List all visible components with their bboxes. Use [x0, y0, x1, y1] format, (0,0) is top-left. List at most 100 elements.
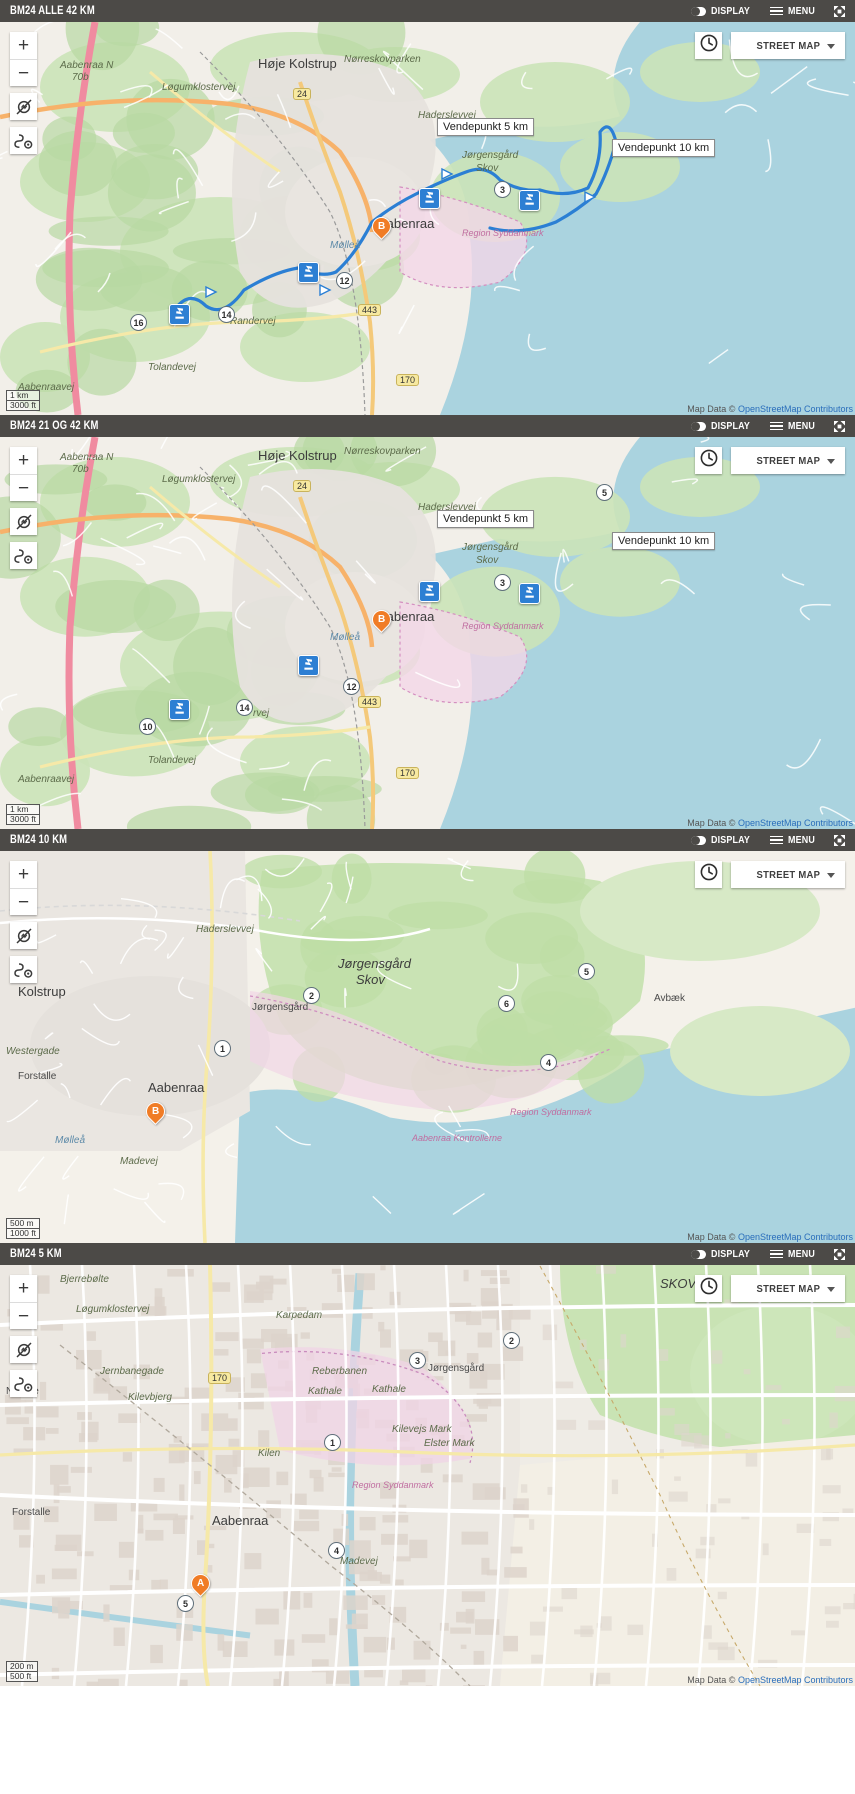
menu-button[interactable]: MENU — [770, 834, 820, 846]
distance-marker[interactable]: 5 — [578, 963, 595, 980]
time-button[interactable] — [695, 1275, 722, 1302]
distance-marker[interactable]: 6 — [498, 995, 515, 1012]
locate-route-button[interactable] — [10, 542, 37, 569]
locate-route-icon — [13, 131, 34, 151]
zoom-in-button[interactable]: + — [10, 447, 37, 474]
aid-station-marker[interactable] — [298, 655, 319, 676]
fullscreen-button[interactable] — [833, 5, 846, 18]
openstreetmap-link[interactable]: OpenStreetMap Contributors — [738, 818, 853, 828]
fullscreen-expand-icon[interactable] — [833, 1248, 846, 1261]
menu-hamburger-icon[interactable] — [770, 835, 784, 845]
locate-route-button[interactable] — [10, 1370, 37, 1397]
openstreetmap-link[interactable]: OpenStreetMap Contributors — [738, 1675, 853, 1685]
measure-tool-icon — [14, 1340, 34, 1360]
display-toggle-button[interactable]: DISPLAY — [691, 420, 757, 432]
map-controls-left: + − — [10, 32, 37, 154]
display-toggle-icon[interactable] — [691, 1249, 707, 1259]
distance-marker[interactable]: 1 — [214, 1040, 231, 1057]
locate-route-button[interactable] — [10, 956, 37, 983]
distance-marker[interactable]: 12 — [343, 678, 360, 695]
map-panel: BM24 21 OG 42 KM DISPLAY MENU Høje Kolstrup… — [0, 415, 855, 829]
measure-tool-button[interactable] — [10, 93, 37, 120]
locate-route-button[interactable] — [10, 127, 37, 154]
map-attribution: Map Data © OpenStreetMap Contributors — [687, 1232, 853, 1242]
distance-marker[interactable]: 3 — [494, 574, 511, 591]
display-toggle-button[interactable]: DISPLAY — [691, 1248, 757, 1260]
time-button[interactable] — [695, 32, 722, 59]
distance-marker[interactable]: 12 — [336, 272, 353, 289]
display-toggle-icon[interactable] — [691, 835, 707, 845]
distance-marker[interactable]: 3 — [494, 181, 511, 198]
basemap-select[interactable]: STREET MAP — [731, 447, 845, 474]
menu-button[interactable]: MENU — [770, 1248, 820, 1260]
map-controls-left: + − — [10, 1275, 37, 1397]
openstreetmap-link[interactable]: OpenStreetMap Contributors — [738, 1232, 853, 1242]
display-toggle-icon[interactable] — [691, 6, 707, 16]
distance-marker[interactable]: 1 — [324, 1434, 341, 1451]
distance-marker[interactable]: 5 — [177, 1595, 194, 1612]
chevron-down-icon[interactable] — [827, 872, 835, 878]
panel-title: BM24 10 KM — [10, 834, 68, 846]
distance-marker[interactable]: 5 — [596, 484, 613, 501]
display-toggle-icon[interactable] — [691, 421, 707, 431]
distance-marker[interactable]: 3 — [409, 1352, 426, 1369]
menu-hamburger-icon[interactable] — [770, 421, 784, 431]
header-actions: DISPLAY MENU — [691, 834, 846, 847]
zoom-out-button[interactable]: − — [10, 1302, 37, 1329]
menu-label: MENU — [788, 5, 816, 17]
aid-station-marker[interactable] — [419, 188, 440, 209]
menu-hamburger-icon[interactable] — [770, 6, 784, 16]
distance-marker[interactable]: 10 — [139, 718, 156, 735]
aid-station-marker[interactable] — [169, 699, 190, 720]
zoom-in-button[interactable]: + — [10, 1275, 37, 1302]
fullscreen-expand-icon[interactable] — [833, 834, 846, 847]
distance-marker[interactable]: 14 — [236, 699, 253, 716]
distance-marker[interactable]: 2 — [503, 1332, 520, 1349]
display-label: DISPLAY — [711, 834, 751, 846]
display-toggle-button[interactable]: DISPLAY — [691, 5, 757, 17]
zoom-out-button[interactable]: − — [10, 474, 37, 501]
fullscreen-expand-icon[interactable] — [833, 420, 846, 433]
distance-marker[interactable]: 4 — [328, 1542, 345, 1559]
zoom-control-group: + − — [10, 447, 37, 501]
aid-station-marker[interactable] — [419, 581, 440, 602]
measure-tool-button[interactable] — [10, 922, 37, 949]
aid-station-marker[interactable] — [519, 583, 540, 604]
zoom-out-button[interactable]: − — [10, 59, 37, 86]
map-canvas[interactable]: Høje Kolstrup Nørreskovparken Aabenraa N 70… — [0, 22, 855, 415]
chevron-down-icon[interactable] — [827, 1286, 835, 1292]
distance-marker[interactable]: 16 — [130, 314, 147, 331]
basemap-select[interactable]: STREET MAP — [731, 1275, 845, 1302]
distance-marker[interactable]: 2 — [303, 987, 320, 1004]
chevron-down-icon[interactable] — [827, 458, 835, 464]
display-label: DISPLAY — [711, 420, 751, 432]
locate-route-group — [10, 1370, 37, 1397]
fullscreen-button[interactable] — [833, 420, 846, 433]
distance-marker[interactable]: 4 — [540, 1054, 557, 1071]
menu-hamburger-icon[interactable] — [770, 1249, 784, 1259]
fullscreen-button[interactable] — [833, 1248, 846, 1261]
map-canvas[interactable]: Jørgensgård Skov Jørgensgård Kolstrup Avbæk A… — [0, 851, 855, 1243]
map-canvas[interactable]: SKOVJørgensgårdAabenraaForstalleVesterga… — [0, 1265, 855, 1686]
chevron-down-icon[interactable] — [827, 43, 835, 49]
fullscreen-button[interactable] — [833, 834, 846, 847]
basemap-select[interactable]: STREET MAP — [731, 861, 845, 888]
aid-station-marker[interactable] — [298, 262, 319, 283]
aid-station-marker[interactable] — [519, 190, 540, 211]
basemap-select[interactable]: STREET MAP — [731, 32, 845, 59]
measure-tool-button[interactable] — [10, 1336, 37, 1363]
menu-button[interactable]: MENU — [770, 5, 820, 17]
map-canvas[interactable]: Høje Kolstrup Nørreskovparken Aabenraa N 70… — [0, 437, 855, 829]
fullscreen-expand-icon[interactable] — [833, 5, 846, 18]
aid-station-marker[interactable] — [169, 304, 190, 325]
distance-marker[interactable]: 14 — [218, 306, 235, 323]
time-button[interactable] — [695, 861, 722, 888]
display-toggle-button[interactable]: DISPLAY — [691, 834, 757, 846]
time-button[interactable] — [695, 447, 722, 474]
zoom-in-button[interactable]: + — [10, 861, 37, 888]
zoom-out-button[interactable]: − — [10, 888, 37, 915]
openstreetmap-link[interactable]: OpenStreetMap Contributors — [738, 404, 853, 414]
measure-tool-button[interactable] — [10, 508, 37, 535]
zoom-in-button[interactable]: + — [10, 32, 37, 59]
menu-button[interactable]: MENU — [770, 420, 820, 432]
